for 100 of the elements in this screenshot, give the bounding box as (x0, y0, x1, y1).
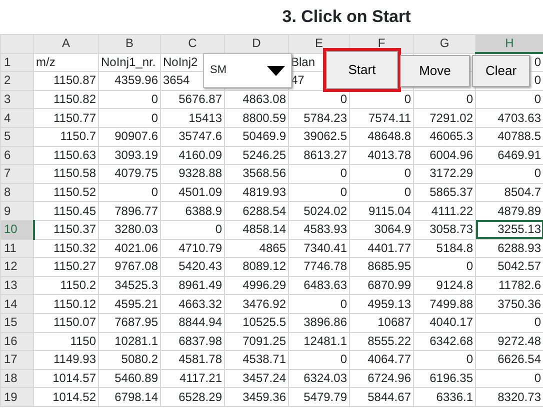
table-cell: 4401.77 (350, 239, 414, 258)
row-header[interactable]: 14 (0, 294, 34, 314)
table-cell: 3459.36 (224, 388, 288, 406)
table-cell: m/z (34, 53, 98, 72)
table-cell: 4863.08 (224, 90, 288, 109)
table-cell: 1150.7 (34, 127, 98, 146)
table-cell: 4117.21 (160, 369, 224, 388)
table-cell: 5184.8 (414, 239, 476, 258)
table-cell: 0 (288, 183, 350, 202)
table-cell: 0 (288, 294, 350, 314)
table-cell: 1150.32 (34, 239, 98, 258)
table-cell: 0 (160, 220, 224, 240)
table-cell: 4710.79 (160, 239, 224, 258)
row-header[interactable]: 19 (0, 388, 34, 406)
table-cell: 1150.07 (34, 313, 98, 332)
row-header[interactable]: 4 (0, 108, 34, 128)
row-header[interactable]: 3 (0, 90, 34, 109)
table-cell: 6336.1 (414, 388, 476, 406)
table-cell: 7091.25 (224, 332, 288, 351)
table-cell: 1150.63 (34, 146, 98, 165)
table-cell: 0 (414, 350, 476, 370)
table-cell: 6798.14 (98, 388, 160, 406)
table-cell: 5246.25 (224, 146, 288, 165)
table-cell: 1150.2 (34, 276, 98, 295)
macro-button[interactable]: Start (326, 51, 398, 89)
macro-button[interactable]: Move (400, 55, 470, 87)
column-header[interactable]: C (160, 34, 224, 54)
row-header[interactable]: 15 (0, 313, 34, 332)
table-cell: 90907.6 (98, 127, 160, 146)
table-cell: 34525.3 (98, 276, 160, 295)
table-cell: 4160.09 (160, 146, 224, 165)
table-cell: 10687 (350, 313, 414, 332)
table-cell: 9115.04 (350, 202, 414, 220)
table-cell: 0 (288, 350, 350, 370)
table-cell: 1150.77 (34, 108, 98, 128)
row-header[interactable]: 5 (0, 127, 34, 146)
table-cell: 6837.98 (160, 332, 224, 351)
table-cell: 0 (350, 183, 414, 202)
table-cell: 6324.03 (288, 369, 350, 388)
table-cell: 3093.19 (98, 146, 160, 165)
table-cell: 4583.93 (288, 220, 350, 240)
table-cell: 6388.9 (160, 202, 224, 220)
row-header[interactable]: 16 (0, 332, 34, 351)
table-cell: 8800.59 (224, 108, 288, 128)
table-cell: 3476.92 (224, 294, 288, 314)
table-cell: NoInj1_nr. (98, 53, 160, 72)
dropdown[interactable]: SM (203, 53, 292, 88)
row-header[interactable]: 18 (0, 369, 34, 388)
row-header[interactable]: 7 (0, 164, 34, 184)
column-header[interactable]: D (224, 34, 288, 54)
table-cell: 6724.96 (350, 369, 414, 388)
table-cell: 4111.22 (414, 202, 476, 220)
table-cell: 5460.89 (98, 369, 160, 388)
table-cell: 7291.02 (414, 108, 476, 128)
table-cell: 4064.77 (350, 350, 414, 370)
table-cell: 7896.77 (98, 202, 160, 220)
table-cell: 5784.23 (288, 108, 350, 128)
table-cell: 50469.9 (224, 127, 288, 146)
table-cell: 4663.32 (160, 294, 224, 314)
table-cell: 0 (414, 258, 476, 276)
table-cell: 7746.78 (288, 258, 350, 276)
table-cell: 8961.49 (160, 276, 224, 295)
table-cell: 7340.41 (288, 239, 350, 258)
row-header[interactable]: 8 (0, 183, 34, 202)
table-cell: 10525.5 (224, 313, 288, 332)
row-header[interactable]: 1 (0, 53, 34, 72)
table-cell: 1149.93 (34, 350, 98, 370)
row-header[interactable]: 12 (0, 258, 34, 276)
table-cell: 3064.9 (350, 220, 414, 240)
table-cell: 4040.17 (414, 313, 476, 332)
table-cell: 5080.2 (98, 350, 160, 370)
table-cell: 1150 (34, 332, 98, 351)
caret-icon (267, 66, 285, 76)
row-header[interactable]: 17 (0, 350, 34, 370)
table-cell: 12481.1 (288, 332, 350, 351)
table-cell: 15413 (160, 108, 224, 128)
table-cell: 1014.57 (34, 369, 98, 388)
row-header[interactable]: 11 (0, 239, 34, 258)
row-header[interactable]: 13 (0, 276, 34, 295)
table-cell: 46065.3 (414, 127, 476, 146)
column-header[interactable]: A (34, 34, 98, 54)
row-header[interactable]: 10 (0, 220, 34, 240)
row-header[interactable]: 2 (0, 72, 34, 90)
table-cell: 5420.43 (160, 258, 224, 276)
table-cell: 7574.11 (350, 108, 414, 128)
table-cell: 9767.08 (98, 258, 160, 276)
table-cell: 3172.29 (414, 164, 476, 184)
column-header[interactable]: G (414, 34, 476, 54)
table-cell: 1150.27 (34, 258, 98, 276)
table-cell: 0 (414, 90, 476, 109)
table-cell: 4501.09 (160, 183, 224, 202)
column-header[interactable]: H (476, 34, 543, 54)
table-cell: 5844.67 (350, 388, 414, 406)
column-header[interactable]: B (98, 34, 160, 54)
table-cell: 0 (98, 108, 160, 128)
table-cell: 39062.5 (288, 127, 350, 146)
row-header[interactable]: 6 (0, 146, 34, 165)
macro-button[interactable]: Clear (472, 55, 530, 87)
table-cell: 3255.13 (476, 220, 543, 240)
row-header[interactable]: 9 (0, 202, 34, 220)
